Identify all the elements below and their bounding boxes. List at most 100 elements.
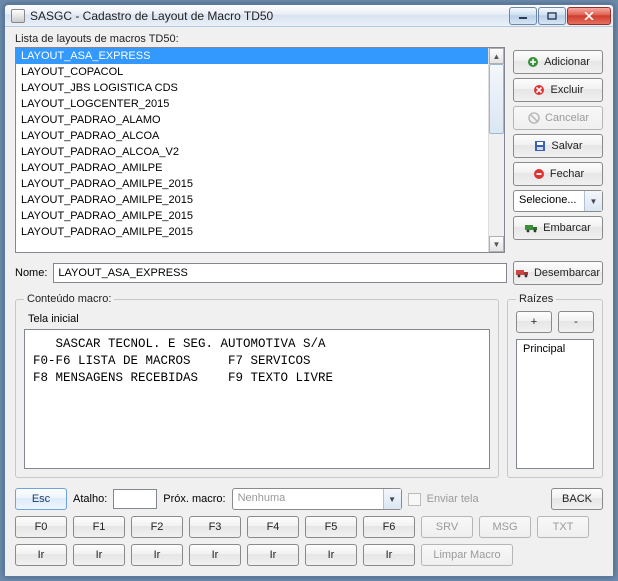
titlebar: SASGC - Cadastro de Layout de Macro TD50 <box>5 5 613 27</box>
button-label: F0 <box>35 521 48 533</box>
minus-icon: - <box>574 316 578 328</box>
raizes-legend: Raízes <box>516 293 556 305</box>
f2-button[interactable]: F2 <box>131 516 183 538</box>
list-item[interactable]: LAYOUT_PADRAO_AMILPE_2015 <box>16 224 504 240</box>
list-item[interactable]: LAYOUT_PADRAO_ALCOA_V2 <box>16 144 504 160</box>
atalho-input[interactable] <box>113 489 157 509</box>
ir-button-1[interactable]: Ir <box>73 544 125 566</box>
limpar-macro-button: Limpar Macro <box>421 544 513 566</box>
f6-button[interactable]: F6 <box>363 516 415 538</box>
button-label: Excluir <box>550 84 583 96</box>
button-label: F5 <box>325 521 338 533</box>
combo-text: Nenhuma <box>233 489 383 509</box>
button-label: Fechar <box>550 168 584 180</box>
atalho-label: Atalho: <box>73 493 107 505</box>
button-label: Ir <box>212 549 219 561</box>
list-item[interactable]: LAYOUT_ASA_EXPRESS <box>16 48 504 64</box>
button-label: MSG <box>492 521 517 533</box>
excluir-button[interactable]: Excluir <box>513 78 603 102</box>
button-label: BACK <box>562 493 592 505</box>
button-label: F6 <box>383 521 396 533</box>
raizes-panel: Raízes + - Principal <box>507 293 603 478</box>
button-label: Limpar Macro <box>433 549 500 561</box>
f0-button[interactable]: F0 <box>15 516 67 538</box>
embarcar-button[interactable]: Embarcar <box>513 216 603 240</box>
list-item[interactable]: LAYOUT_PADRAO_ALAMO <box>16 112 504 128</box>
chevron-down-icon: ▼ <box>383 489 401 509</box>
maximize-button[interactable] <box>538 7 566 25</box>
ir-button-5[interactable]: Ir <box>305 544 357 566</box>
list-item[interactable]: LAYOUT_COPACOL <box>16 64 504 80</box>
client-area: Lista de layouts de macros TD50: LAYOUT_… <box>5 27 613 576</box>
enviar-tela-checkbox <box>408 493 421 506</box>
nome-label: Nome: <box>15 267 47 279</box>
button-label: Ir <box>270 549 277 561</box>
layouts-listbox[interactable]: LAYOUT_ASA_EXPRESS LAYOUT_COPACOL LAYOUT… <box>15 47 505 253</box>
button-label: Ir <box>328 549 335 561</box>
scroll-thumb[interactable] <box>489 64 504 134</box>
selecione-combo[interactable]: Selecione... ▼ <box>513 190 603 212</box>
prox-macro-label: Próx. macro: <box>163 493 225 505</box>
button-label: TXT <box>553 521 574 533</box>
scroll-up-button[interactable]: ▲ <box>489 48 504 64</box>
list-item[interactable]: LAYOUT_PADRAO_ALCOA <box>16 128 504 144</box>
button-label: Adicionar <box>544 56 590 68</box>
txt-button: TXT <box>537 516 589 538</box>
button-label: Ir <box>38 549 45 561</box>
button-label: Ir <box>154 549 161 561</box>
desembarcar-button[interactable]: Desembarcar <box>513 261 603 285</box>
list-item[interactable]: LAYOUT_PADRAO_AMILPE_2015 <box>16 192 504 208</box>
maximize-icon <box>547 12 557 20</box>
list-item[interactable]: Principal <box>517 340 593 358</box>
tela-textarea[interactable]: SASCAR TECNOL. E SEG. AUTOMOTIVA S/A F0-… <box>24 329 490 469</box>
button-label: Cancelar <box>545 112 589 124</box>
ir-button-0[interactable]: Ir <box>15 544 67 566</box>
nome-input[interactable] <box>53 263 507 283</box>
delete-icon <box>532 83 546 97</box>
cancelar-button: Cancelar <box>513 106 603 130</box>
conteudo-legend: Conteúdo macro: <box>24 293 114 305</box>
combo-text: Selecione... <box>514 191 584 211</box>
f4-button[interactable]: F4 <box>247 516 299 538</box>
window-title: SASGC - Cadastro de Layout de Macro TD50 <box>30 9 509 23</box>
button-label: Ir <box>96 549 103 561</box>
back-button[interactable]: BACK <box>551 488 603 510</box>
f3-button[interactable]: F3 <box>189 516 241 538</box>
raiz-remove-button[interactable]: - <box>558 311 594 333</box>
list-item[interactable]: LAYOUT_LOGCENTER_2015 <box>16 96 504 112</box>
ir-button-3[interactable]: Ir <box>189 544 241 566</box>
list-item[interactable]: LAYOUT_JBS LOGISTICA CDS <box>16 80 504 96</box>
srv-button: SRV <box>421 516 473 538</box>
truck-icon <box>525 221 539 235</box>
app-icon <box>11 9 25 23</box>
scroll-down-button[interactable]: ▼ <box>489 236 504 252</box>
raiz-add-button[interactable]: + <box>516 311 552 333</box>
tela-inicial-label: Tela inicial <box>28 313 490 325</box>
enviar-tela-label: Enviar tela <box>427 493 479 505</box>
list-item[interactable]: LAYOUT_PADRAO_AMILPE_2015 <box>16 208 504 224</box>
salvar-button[interactable]: Salvar <box>513 134 603 158</box>
ir-button-4[interactable]: Ir <box>247 544 299 566</box>
conteudo-panel: Conteúdo macro: Tela inicial SASCAR TECN… <box>15 293 499 478</box>
button-label: Embarcar <box>543 222 591 234</box>
raizes-listbox[interactable]: Principal <box>516 339 594 469</box>
minimize-button[interactable] <box>509 7 537 25</box>
f5-button[interactable]: F5 <box>305 516 357 538</box>
close-button[interactable] <box>567 7 611 25</box>
esc-button[interactable]: Esc <box>15 488 67 510</box>
ir-button-2[interactable]: Ir <box>131 544 183 566</box>
save-icon <box>533 139 547 153</box>
f1-button[interactable]: F1 <box>73 516 125 538</box>
chevron-down-icon: ▼ <box>584 191 602 211</box>
fechar-button[interactable]: Fechar <box>513 162 603 186</box>
ir-button-6[interactable]: Ir <box>363 544 415 566</box>
button-label: F1 <box>93 521 106 533</box>
plus-icon: + <box>531 316 537 328</box>
adicionar-button[interactable]: Adicionar <box>513 50 603 74</box>
list-item[interactable]: LAYOUT_PADRAO_AMILPE_2015 <box>16 176 504 192</box>
list-scrollbar[interactable]: ▲ ▼ <box>488 48 504 252</box>
minimize-icon <box>518 12 528 20</box>
cancel-icon <box>527 111 541 125</box>
list-label: Lista de layouts de macros TD50: <box>15 33 505 45</box>
list-item[interactable]: LAYOUT_PADRAO_AMILPE <box>16 160 504 176</box>
